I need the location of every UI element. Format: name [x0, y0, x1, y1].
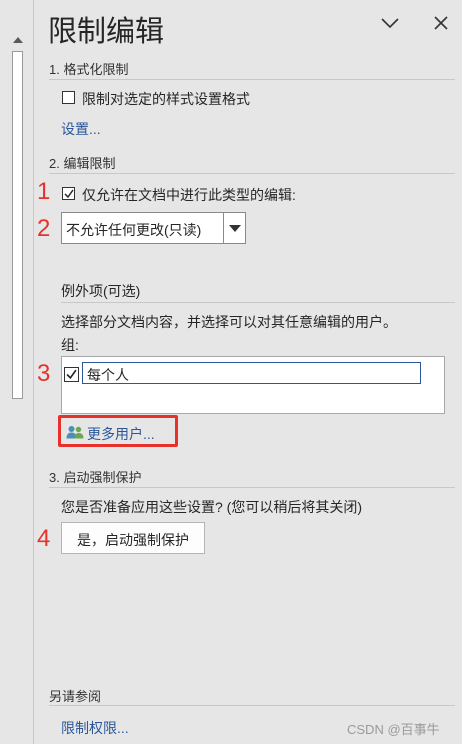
section-divider — [61, 302, 455, 303]
vertical-scrollbar[interactable] — [0, 0, 34, 744]
annotation-step-2: 2 — [37, 215, 51, 242]
annotation-step-1: 1 — [37, 178, 51, 205]
formatting-restriction-checkbox[interactable] — [62, 91, 75, 104]
more-users-label: 更多用户... — [87, 426, 155, 442]
formatting-restriction-label: 限制对选定的样式设置格式 — [82, 91, 250, 107]
formatting-settings-link[interactable]: 设置... — [61, 119, 101, 139]
section-divider — [49, 487, 455, 488]
section-divider — [49, 79, 455, 80]
section-divider — [49, 173, 455, 174]
close-icon[interactable] — [433, 15, 449, 31]
start-enforcing-label: 是，启动强制保护 — [77, 532, 189, 548]
see-also-heading: 另请参阅 — [49, 689, 102, 704]
groups-label: 组: — [61, 337, 79, 353]
group-everyone-checkbox[interactable] — [64, 367, 79, 382]
enforce-question: 您是否准备应用这些设置? (您可以稍后将其关闭) — [61, 499, 362, 515]
group-everyone-item[interactable]: 每个人 — [82, 362, 421, 384]
more-users-button[interactable]: 更多用户... — [58, 415, 178, 447]
scrollbar-thumb[interactable] — [12, 51, 23, 399]
section-enforce-heading: 3. 启动强制保护 — [49, 470, 142, 485]
pane-title: 限制编辑 — [48, 16, 165, 48]
restrict-editing-pane: 限制编辑 1. 格式化限制 限制对选定的样式设置格式 设置... 2. 编辑限制… — [35, 0, 462, 744]
start-enforcing-button[interactable]: 是，启动强制保护 — [61, 522, 205, 554]
scroll-up-icon[interactable] — [13, 37, 23, 43]
editing-type-dropdown[interactable]: 不允许任何更改(只读) — [61, 212, 246, 244]
editing-restriction-checkbox[interactable] — [62, 187, 75, 200]
checkmark-icon — [64, 189, 74, 199]
annotation-step-4: 4 — [37, 525, 51, 552]
people-icon — [66, 426, 84, 439]
section-editing-heading: 2. 编辑限制 — [49, 156, 116, 171]
editing-type-value: 不允许任何更改(只读) — [66, 222, 202, 238]
editing-restriction-label: 仅允许在文档中进行此类型的编辑: — [82, 187, 296, 203]
checkmark-icon — [66, 369, 77, 380]
annotation-step-3: 3 — [37, 360, 51, 387]
exceptions-heading: 例外项(可选) — [61, 283, 141, 299]
dropdown-arrow-icon[interactable] — [223, 213, 245, 243]
section-divider — [49, 705, 455, 706]
exceptions-description: 选择部分文档内容，并选择可以对其任意编辑的用户。 — [61, 314, 397, 330]
watermark: CSDN @百事牛 — [347, 722, 440, 737]
restrict-permission-link[interactable]: 限制权限... — [61, 718, 129, 738]
group-everyone-label: 每个人 — [87, 367, 129, 383]
chevron-down-icon[interactable] — [381, 16, 399, 30]
section-formatting-heading: 1. 格式化限制 — [49, 62, 129, 77]
